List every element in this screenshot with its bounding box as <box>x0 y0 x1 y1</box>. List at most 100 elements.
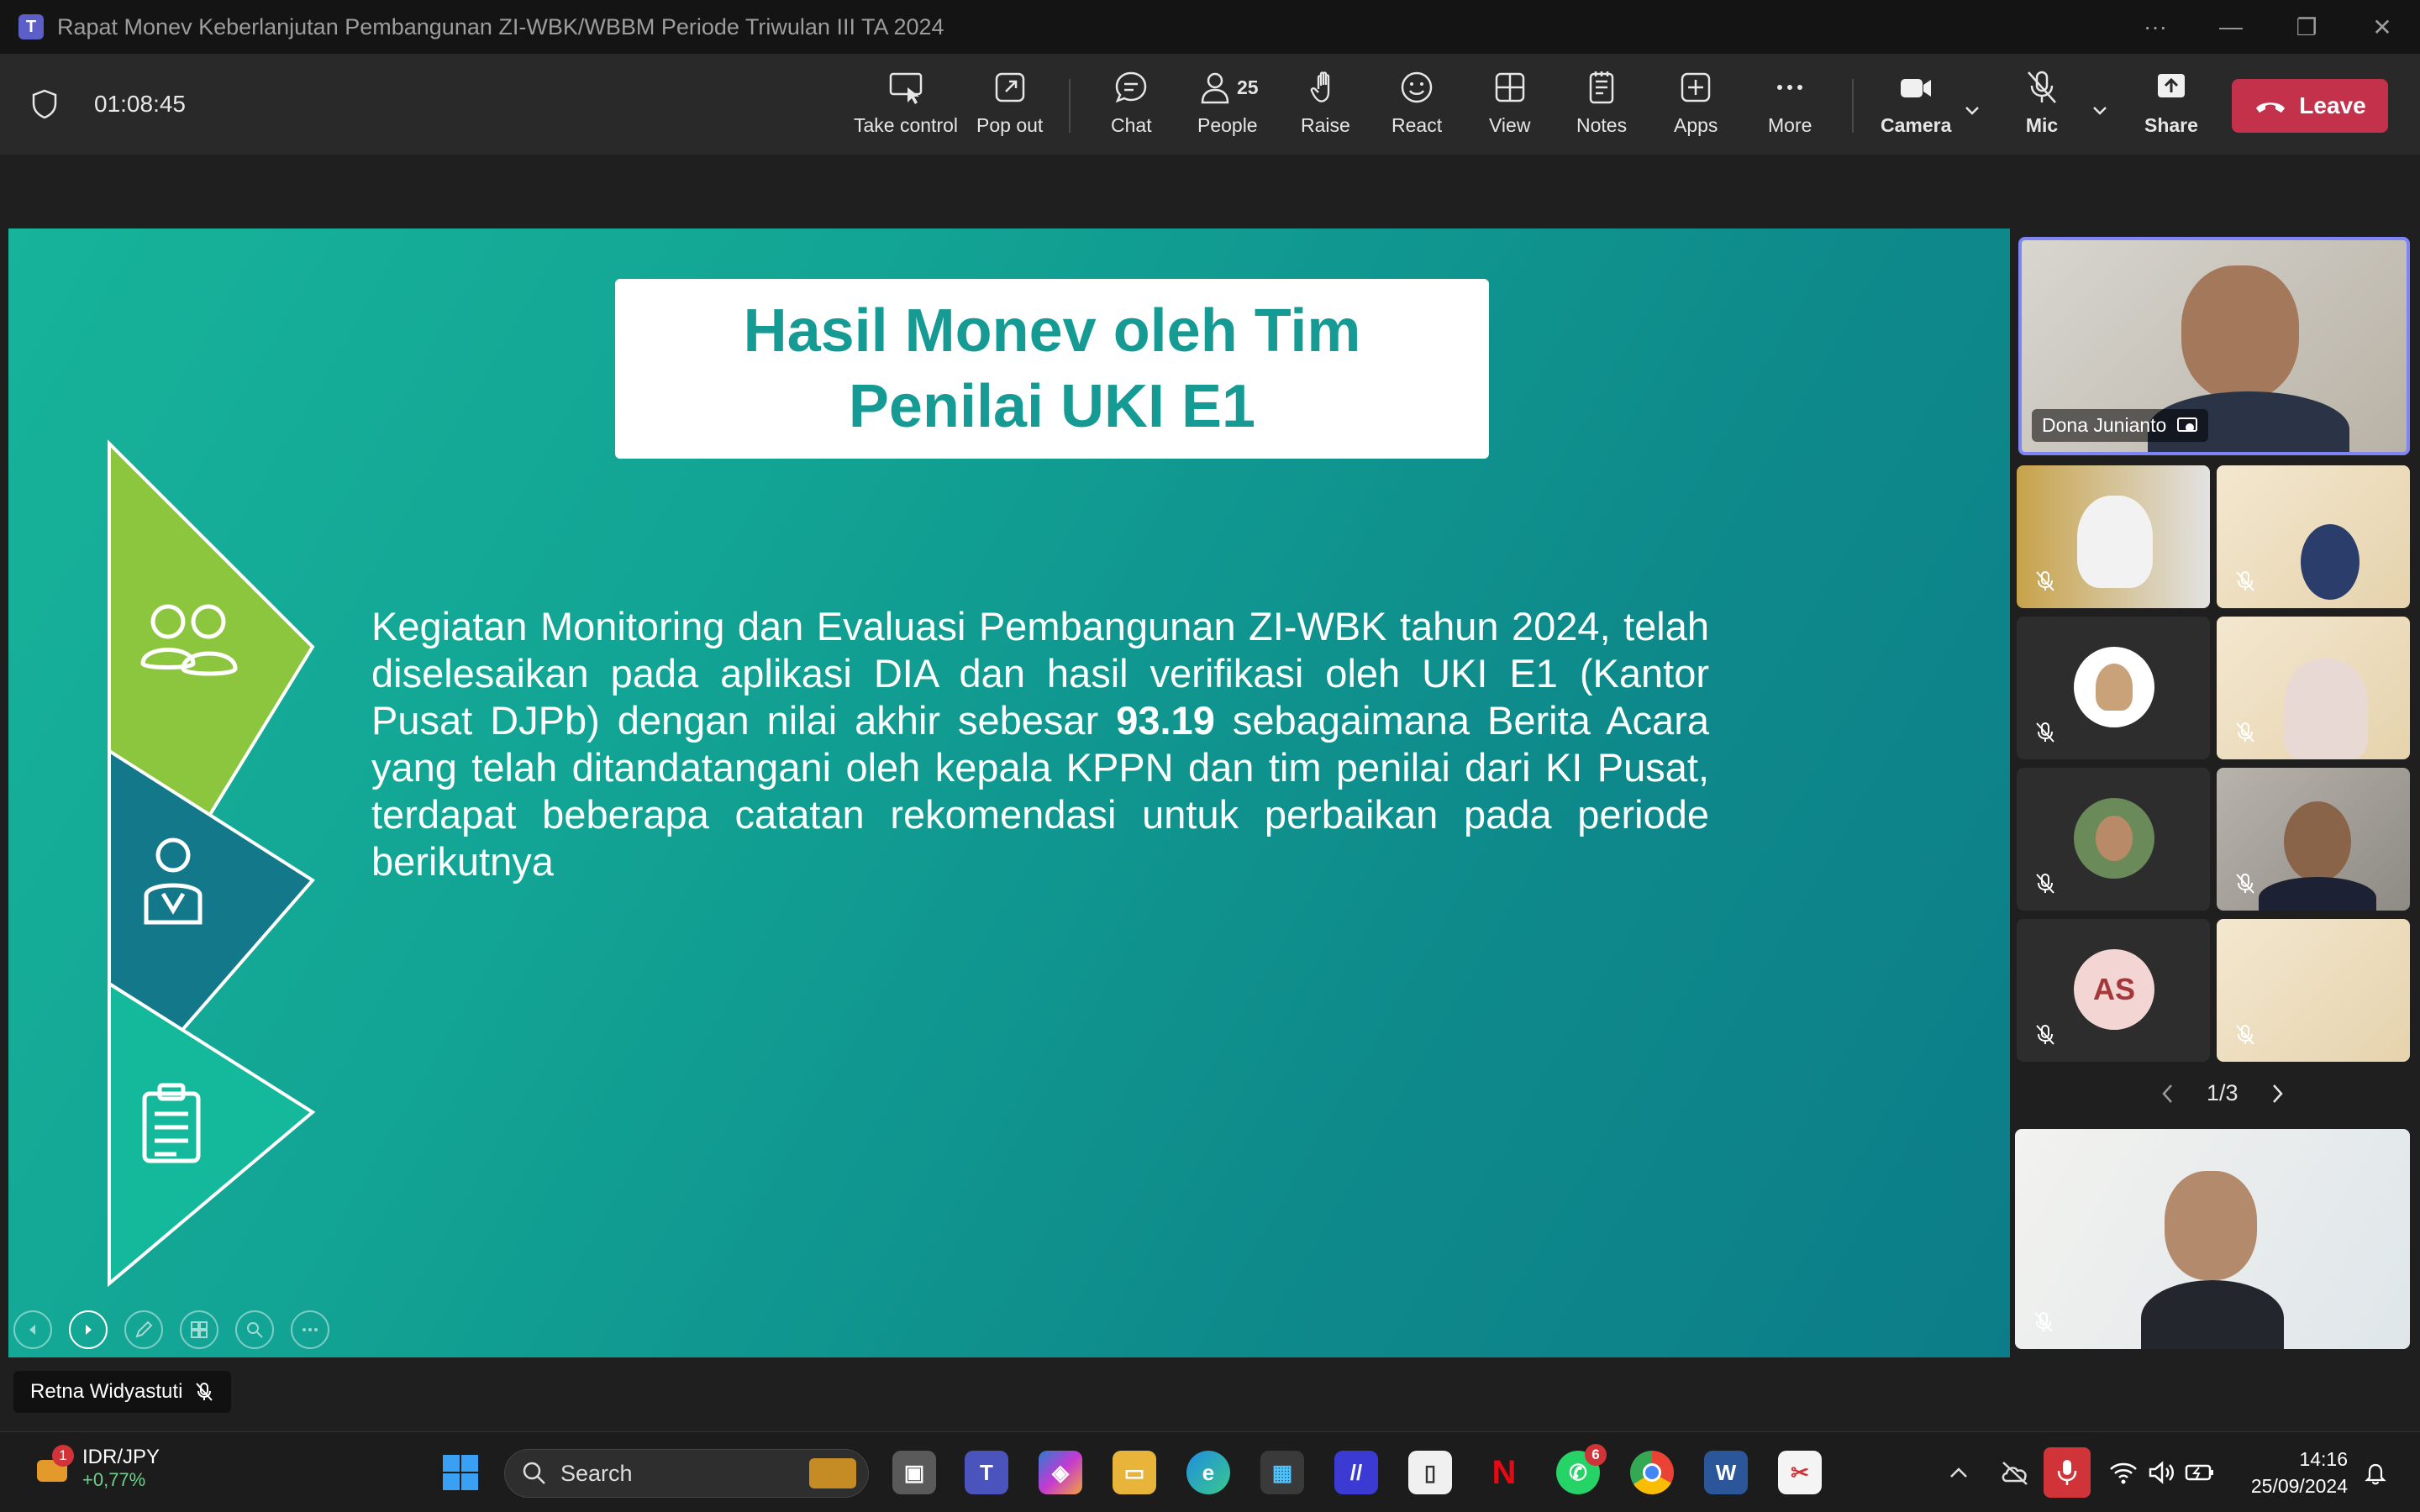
restore-icon[interactable]: ❐ <box>2269 13 2344 41</box>
teams-taskbar-app[interactable]: T <box>965 1451 1008 1494</box>
mic-muted-icon <box>2036 722 2054 743</box>
mic-muted-icon <box>2036 874 2054 894</box>
participant-video-tile[interactable] <box>2217 768 2410 911</box>
meeting-timer: 01:08:45 <box>94 91 186 117</box>
folder-icon: ▭ <box>1123 1459 1145 1485</box>
smiley-icon <box>1401 71 1433 103</box>
netflix-taskbar-app[interactable]: N <box>1482 1451 1526 1494</box>
share-button[interactable]: Share <box>2144 69 2198 144</box>
previous-slide-button[interactable] <box>13 1310 52 1349</box>
gallery-pagination: 1/3 <box>2160 1080 2286 1106</box>
slide-more-options-button[interactable] <box>291 1310 329 1349</box>
previous-icon <box>29 1325 35 1335</box>
next-page-chevron-icon[interactable] <box>2269 1083 2286 1105</box>
raise-hand-button[interactable]: Raise <box>1301 69 1350 144</box>
people-button[interactable]: 25 People <box>1197 69 1259 144</box>
participant-video-tile[interactable] <box>2217 617 2410 759</box>
final-score: 93.19 <box>1116 698 1215 743</box>
document-taskbar-app[interactable]: ▯ <box>1408 1451 1452 1494</box>
participant-video-face <box>2301 524 2360 600</box>
taskbar-search-box[interactable]: Search <box>504 1449 869 1498</box>
mic-muted-icon <box>2236 571 2254 591</box>
minimize-icon[interactable]: — <box>2193 13 2269 40</box>
see-all-slides-button[interactable] <box>180 1310 218 1349</box>
mic-options-chevron-icon[interactable] <box>2091 101 2109 119</box>
windows-logo-icon <box>443 1455 478 1490</box>
react-button[interactable]: React <box>1392 69 1442 144</box>
volume-icon[interactable] <box>2148 1461 2175 1484</box>
ellipsis-icon <box>302 1328 318 1331</box>
mic-muted-icon <box>2036 1025 2054 1045</box>
whatsapp-taskbar-app[interactable]: ✆ 6 <box>1556 1444 1607 1494</box>
participant-avatar-tile[interactable] <box>2017 768 2210 911</box>
mic-muted-icon <box>2236 722 2254 743</box>
word-taskbar-app[interactable]: W <box>1704 1451 1748 1494</box>
participant-video-tile[interactable] <box>2217 919 2410 1062</box>
mic-muted-icon <box>2034 1312 2053 1332</box>
wifi-icon[interactable] <box>2109 1461 2138 1484</box>
teams-icon: T <box>980 1459 993 1485</box>
previous-page-chevron-icon[interactable] <box>2160 1083 2176 1105</box>
whatsapp-icon: ✆ <box>1569 1459 1587 1485</box>
chat-button[interactable]: Chat <box>1111 69 1152 144</box>
participant-video-body <box>2259 877 2376 911</box>
show-hidden-icons-chevron-icon[interactable] <box>1948 1462 1970 1484</box>
start-button[interactable] <box>439 1451 482 1494</box>
shared-presentation-slide: Hasil Monev oleh Tim Penilai UKI E1 Kegi… <box>8 228 2010 1357</box>
zoom-slide-button[interactable] <box>235 1310 274 1349</box>
participant-video-tile[interactable] <box>2217 465 2410 608</box>
pen-tool-button[interactable] <box>124 1310 163 1349</box>
hang-up-icon <box>2256 102 2286 113</box>
edge-taskbar-app[interactable]: e <box>1186 1451 1230 1494</box>
copilot-taskbar-app[interactable]: ◈ <box>1039 1451 1082 1494</box>
ellipsis-icon <box>1777 85 1803 90</box>
magnifier-icon <box>247 1322 263 1338</box>
snipping-tool-icon: ✂ <box>1791 1459 1809 1485</box>
more-button[interactable]: More <box>1768 69 1812 144</box>
battery-charging-icon[interactable] <box>2185 1461 2215 1484</box>
slides-grid-icon <box>191 1321 208 1338</box>
clock[interactable]: 14:16 25/09/2024 <box>2251 1446 2348 1499</box>
copilot-icon: ◈ <box>1052 1459 1069 1485</box>
participant-video-face <box>2284 659 2368 759</box>
active-speaker-video-tile[interactable]: Dona Junianto <box>2018 237 2410 455</box>
file-explorer-taskbar-app[interactable]: ▭ <box>1113 1451 1156 1494</box>
mic-muted-icon <box>196 1383 213 1401</box>
participant-video-tile[interactable] <box>2017 465 2210 608</box>
task-view-app[interactable]: ▣ <box>892 1451 936 1494</box>
notification-bell-icon[interactable] <box>2363 1461 2388 1486</box>
camera-options-chevron-icon[interactable] <box>1963 101 1981 119</box>
clock-date: 25/09/2024 <box>2250 1475 2348 1497</box>
mic-button[interactable]: Mic <box>2023 69 2060 144</box>
camera-button[interactable]: Camera <box>1881 69 1951 144</box>
market-widget[interactable]: 1 IDR/JPY +0,77% <box>34 1445 160 1491</box>
onedrive-offline-icon[interactable] <box>2000 1459 2030 1486</box>
window-title: Rapat Monev Keberlanjutan Pembangunan ZI… <box>57 13 944 39</box>
pen-app-taskbar-app[interactable]: // <box>1334 1451 1378 1494</box>
store-taskbar-app[interactable]: ▦ <box>1260 1451 1304 1494</box>
view-grid-icon <box>1495 72 1524 102</box>
self-view-video-tile[interactable] <box>2015 1129 2410 1349</box>
pop-out-icon <box>995 72 1024 102</box>
snipping-tool-taskbar-app[interactable]: ✂ <box>1778 1451 1822 1494</box>
chrome-taskbar-app[interactable] <box>1630 1451 1674 1494</box>
leave-button[interactable]: Leave <box>2232 79 2388 133</box>
profile-photo-face <box>2096 664 2133 711</box>
shield-icon[interactable] <box>32 89 57 119</box>
more-options-icon[interactable]: ··· <box>2118 13 2193 40</box>
next-slide-button[interactable] <box>69 1310 108 1349</box>
close-icon[interactable]: ✕ <box>2344 13 2420 41</box>
take-control-icon <box>889 72 923 104</box>
apps-button[interactable]: Apps <box>1674 69 1718 144</box>
participant-initials-avatar: AS <box>2074 949 2154 1030</box>
pop-out-button[interactable]: Pop out <box>976 69 1043 144</box>
microphone-in-use-indicator[interactable] <box>2044 1447 2091 1498</box>
participant-avatar-tile[interactable]: AS <box>2017 919 2210 1062</box>
raise-hand-icon <box>1311 71 1330 102</box>
chart-coins-icon: 1 <box>34 1445 74 1487</box>
meeting-toolbar: 01:08:45 Take control Pop out Chat 25 Pe… <box>0 54 2420 155</box>
notes-button[interactable]: Notes <box>1576 69 1627 144</box>
take-control-button[interactable]: Take control <box>854 69 958 144</box>
participant-avatar-tile[interactable] <box>2017 617 2210 759</box>
view-button[interactable]: View <box>1489 69 1530 144</box>
